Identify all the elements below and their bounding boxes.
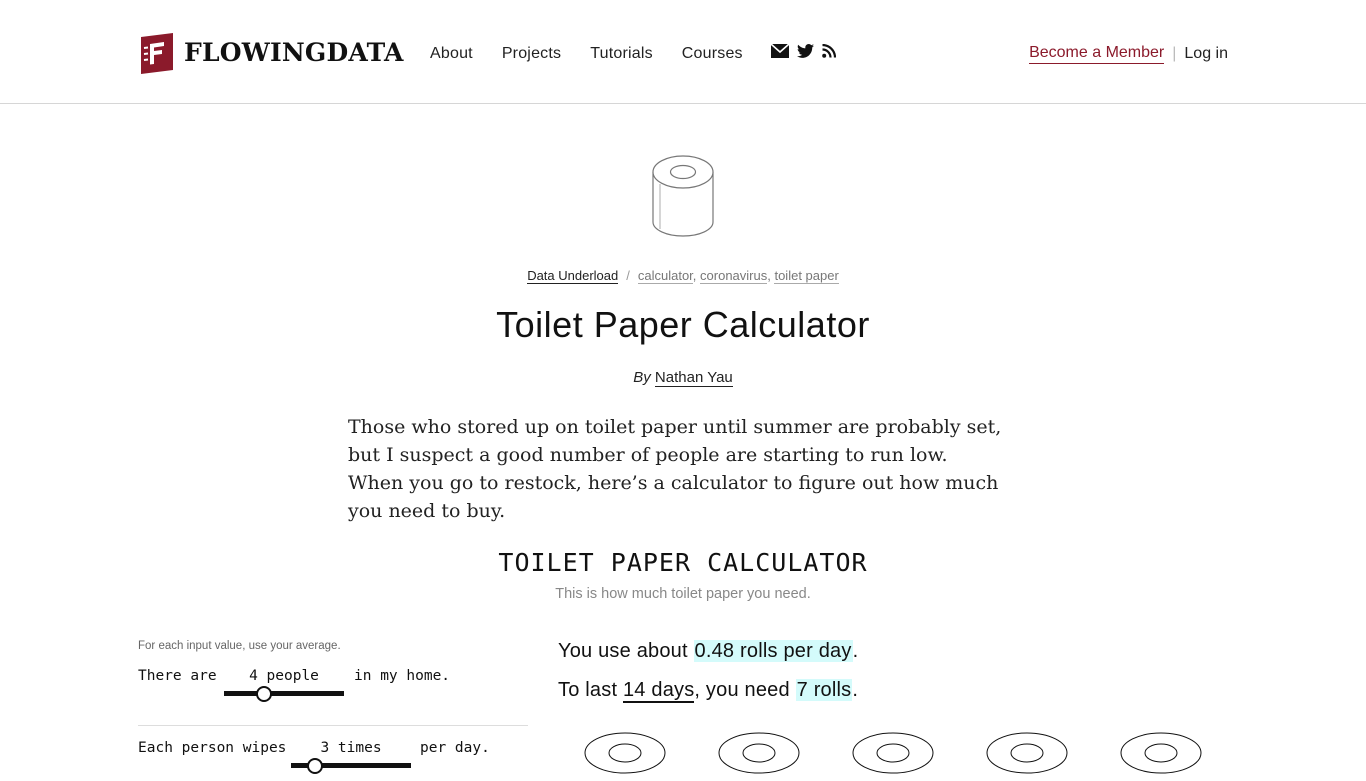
tag-toilet-paper[interactable]: toilet paper bbox=[774, 268, 839, 284]
account-links: Become a Member | Log in bbox=[1029, 44, 1228, 64]
people-control: There are 4 people in my home. bbox=[138, 668, 528, 702]
calculator-subtitle: This is how much toilet paper you need. bbox=[555, 586, 811, 602]
breadcrumb-slash: / bbox=[626, 268, 630, 283]
toilet-roll-icon bbox=[986, 732, 1068, 774]
main-nav: About Projects Tutorials Courses bbox=[430, 43, 844, 63]
people-label-post: in my home. bbox=[354, 668, 451, 684]
usage-pre: You use about bbox=[558, 640, 688, 662]
nav-projects[interactable]: Projects bbox=[502, 45, 561, 63]
nav-tutorials[interactable]: Tutorials bbox=[590, 45, 653, 63]
rolls-needed-value: 7 rolls bbox=[795, 679, 853, 701]
nav-courses[interactable]: Courses bbox=[682, 45, 743, 63]
usage-post: . bbox=[852, 640, 859, 662]
toilet-roll-icon bbox=[718, 732, 800, 774]
wipes-label-pre: Each person wipes bbox=[138, 740, 287, 756]
people-label-pre: There are bbox=[138, 668, 217, 684]
top-navigation-bar: FLOWINGDATA About Projects Tutorials Cou… bbox=[0, 0, 1366, 104]
become-member-link[interactable]: Become a Member bbox=[1029, 44, 1165, 64]
intro-paragraph: Those who stored up on toilet paper unti… bbox=[348, 416, 1002, 522]
breadcrumb: Data Underload / calculator, coronavirus, … bbox=[527, 268, 839, 284]
toilet-roll-icon bbox=[1120, 732, 1202, 774]
wipes-value: 3 times bbox=[320, 740, 382, 756]
twitter-icon[interactable] bbox=[796, 44, 814, 63]
logo-wordmark: FLOWINGDATA bbox=[184, 37, 404, 67]
wipes-label-post: per day. bbox=[420, 740, 490, 756]
by-label: By bbox=[633, 369, 651, 386]
need-result: To last 14 days, you need 7 rolls. bbox=[558, 675, 858, 714]
people-value: 4 people bbox=[249, 668, 319, 684]
calculator-title: TOILET PAPER CALCULATOR bbox=[498, 548, 868, 577]
wipes-slider-knob[interactable] bbox=[307, 758, 323, 774]
tag-coronavirus[interactable]: coronavirus bbox=[700, 268, 768, 284]
people-slider-knob[interactable] bbox=[255, 686, 272, 702]
link-separator: | bbox=[1172, 45, 1177, 62]
roll-visualization bbox=[582, 731, 1212, 774]
toilet-roll-icon bbox=[852, 732, 934, 774]
author-link[interactable]: Nathan Yau bbox=[654, 369, 733, 387]
login-link[interactable]: Log in bbox=[1184, 45, 1228, 63]
rss-icon[interactable] bbox=[821, 43, 836, 63]
calculator-results: You use about 0.48 rolls per day. To las… bbox=[558, 636, 858, 714]
days-selector[interactable]: 14 days bbox=[622, 679, 695, 703]
need-post: . bbox=[852, 679, 859, 701]
flowingdata-logo[interactable]: FLOWINGDATA bbox=[138, 30, 404, 74]
control-divider bbox=[138, 725, 528, 726]
input-hint: For each input value, use your average. bbox=[138, 640, 341, 652]
social-icons bbox=[770, 43, 844, 63]
page-title: Toilet Paper Calculator bbox=[496, 304, 870, 345]
need-pre: To last bbox=[558, 679, 618, 701]
rolls-per-day-value: 0.48 rolls per day bbox=[693, 640, 853, 662]
toilet-paper-roll-icon bbox=[652, 155, 714, 237]
calculator-controls: For each input value, use your average. … bbox=[138, 640, 528, 774]
people-slider-track[interactable] bbox=[224, 691, 344, 696]
tag-calculator[interactable]: calculator bbox=[637, 268, 693, 284]
need-mid: , you need bbox=[694, 679, 790, 701]
wipes-control: Each person wipes 3 times per day. bbox=[138, 740, 528, 774]
nav-about[interactable]: About bbox=[430, 45, 473, 63]
byline: By Nathan Yau bbox=[0, 369, 1366, 387]
flowingdata-logo-icon bbox=[141, 33, 173, 74]
mail-icon[interactable] bbox=[770, 43, 790, 63]
toilet-roll-icon bbox=[584, 732, 666, 774]
usage-result: You use about 0.48 rolls per day. bbox=[558, 636, 858, 675]
breadcrumb-category[interactable]: Data Underload bbox=[527, 268, 619, 284]
